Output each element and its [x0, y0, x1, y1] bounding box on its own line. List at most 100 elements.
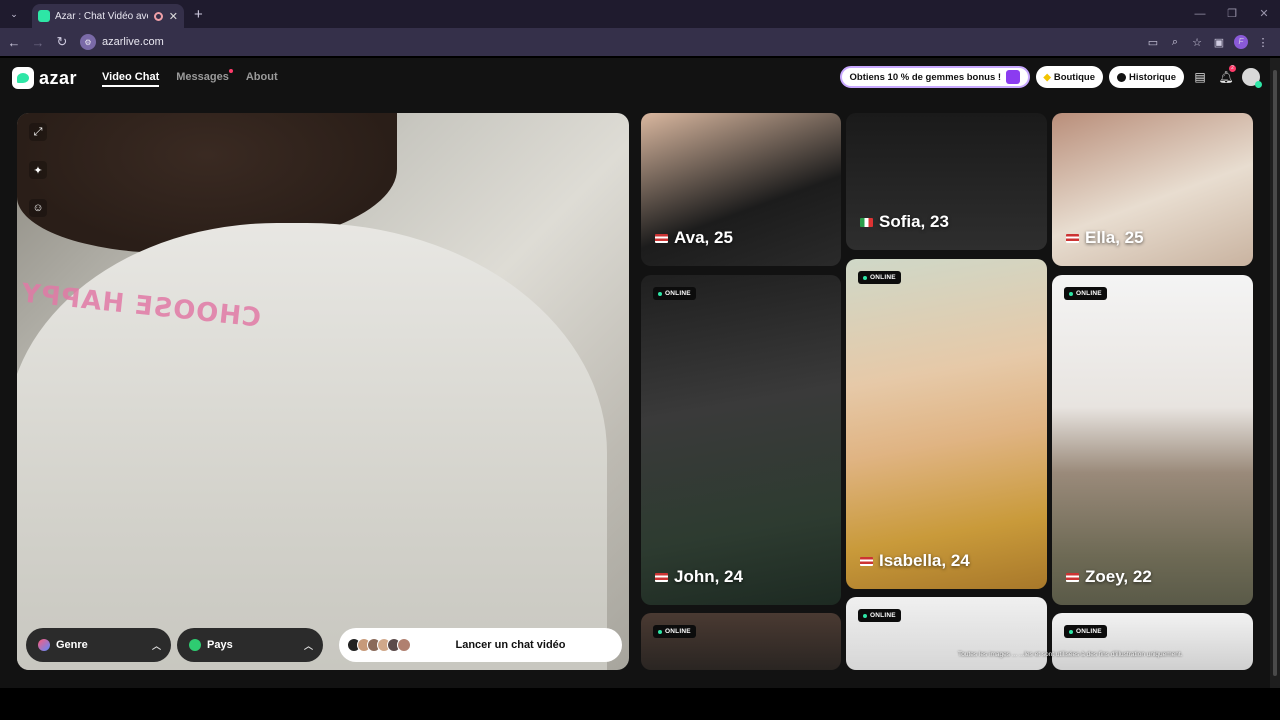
toolbar-actions: ▭ ⌕ ☆ ▣ F ⋮ — [1142, 28, 1274, 56]
gem-bonus-label: Obtiens 10 % de gemmes bonus ! — [849, 71, 1002, 83]
online-badge: ONLINE — [858, 271, 901, 284]
profile-name-text: Zoey, 22 — [1085, 567, 1152, 586]
online-badge: ONLINE — [858, 609, 901, 622]
profile-name-text: Isabella, 24 — [879, 551, 970, 570]
profile-name: John, 24 — [655, 567, 743, 587]
notification-badge: 2 — [1229, 65, 1236, 72]
profile-card[interactable]: ONLINE Zoey, 22 — [1052, 275, 1253, 605]
online-badge: ONLINE — [653, 287, 696, 300]
forward-icon[interactable]: → — [26, 35, 50, 50]
profile-card[interactable]: ONLINE — [641, 613, 841, 670]
country-label: Pays — [207, 639, 233, 651]
profile-card[interactable]: ONLINE — [1052, 613, 1253, 670]
recording-icon — [153, 11, 163, 21]
logo-icon — [12, 67, 34, 89]
camera-preview: CHOOSE HAPPY ⤢ ✦ ☺ Genre ︿ Pays ︿ Lancer… — [17, 113, 629, 670]
globe-icon — [189, 639, 201, 651]
country-filter-button[interactable]: Pays ︿ — [177, 628, 323, 662]
start-video-chat-label: Lancer un chat vidéo — [455, 639, 566, 651]
profile-name-text: Ava, 25 — [674, 228, 733, 247]
page-scrollbar[interactable] — [1270, 58, 1280, 688]
new-tab-icon[interactable]: + — [194, 6, 203, 23]
inbox-icon[interactable]: ▤ — [1190, 67, 1210, 87]
image-disclaimer: Toutes les images ... ...les et sont uti… — [958, 651, 1183, 658]
bookmark-star-icon[interactable]: ☆ — [1186, 36, 1208, 49]
browser-tab[interactable]: Azar : Chat Vidéo avec de r ✕ — [32, 4, 184, 28]
profile-card[interactable]: Sofia, 23 — [846, 113, 1047, 250]
azar-logo[interactable]: azar — [12, 67, 77, 89]
nav-messages[interactable]: Messages — [176, 69, 233, 87]
header-actions: Obtiens 10 % de gemmes bonus ! ◆ Boutiqu… — [839, 65, 1262, 88]
extensions-icon[interactable]: ▣ — [1208, 36, 1230, 49]
site-header: azar Video Chat Messages About Obtiens 1… — [0, 58, 1270, 98]
profile-name: Sofia, 23 — [860, 212, 949, 232]
gender-filter-button[interactable]: Genre ︿ — [26, 628, 171, 662]
page: azar Video Chat Messages About Obtiens 1… — [0, 58, 1270, 688]
online-badge: ONLINE — [653, 625, 696, 638]
clock-icon — [1117, 72, 1127, 82]
user-avatar[interactable] — [1242, 68, 1262, 88]
cast-icon[interactable]: ▭ — [1142, 36, 1164, 49]
notification-bell-icon[interactable]: 🔔︎ 2 — [1216, 65, 1236, 87]
shop-label: Boutique — [1053, 71, 1096, 83]
taskbar-area — [0, 688, 1280, 720]
browser-menu-icon[interactable]: ⋮ — [1252, 36, 1274, 49]
shop-button[interactable]: ◆ Boutique — [1035, 66, 1104, 88]
browser-tab-bar: ⌄ Azar : Chat Vidéo avec de r ✕ + — ❐ ✕ — [0, 0, 1280, 28]
gem-bonus-button[interactable]: Obtiens 10 % de gemmes bonus ! — [839, 66, 1030, 88]
history-button[interactable]: Historique — [1109, 66, 1184, 88]
scrollbar-thumb[interactable] — [1273, 70, 1277, 676]
history-label: Historique — [1129, 71, 1176, 83]
tab-title: Azar : Chat Vidéo avec de r — [55, 10, 148, 22]
us-flag-icon — [860, 556, 873, 566]
restore-icon[interactable]: ❐ — [1216, 0, 1248, 28]
gender-label: Genre — [56, 639, 88, 651]
url-text: azarlive.com — [102, 36, 164, 48]
profile-name-text: Ella, 25 — [1085, 228, 1144, 247]
us-flag-icon — [655, 233, 668, 243]
unread-dot — [228, 69, 233, 73]
online-badge: ONLINE — [1064, 625, 1107, 638]
chevron-up-icon: ︿ — [151, 640, 161, 651]
profile-name: Zoey, 22 — [1066, 567, 1152, 587]
start-video-chat-button[interactable]: Lancer un chat vidéo — [339, 628, 622, 662]
minimize-icon[interactable]: — — [1184, 0, 1216, 28]
azar-favicon-icon — [38, 10, 50, 22]
profile-card[interactable]: Ella, 25 — [1052, 113, 1253, 266]
us-flag-icon — [1066, 572, 1079, 582]
gift-icon — [1005, 70, 1020, 84]
profile-name: Ava, 25 — [655, 228, 733, 248]
italy-flag-icon — [860, 217, 873, 227]
main-nav: Video Chat Messages About — [102, 69, 278, 87]
face-filter-icon[interactable]: ☺ — [29, 199, 47, 217]
window-controls: — ❐ ✕ — [1184, 0, 1280, 28]
nav-video-chat[interactable]: Video Chat — [102, 71, 160, 87]
zoom-icon[interactable]: ⌕ — [1164, 36, 1186, 49]
magic-wand-icon[interactable]: ✦ — [29, 161, 47, 179]
camera-tools: ⤢ ✦ ☺ — [29, 123, 49, 217]
profile-card[interactable]: ONLINE Isabella, 24 — [846, 259, 1047, 589]
logo-text: azar — [39, 67, 78, 88]
tab-search-icon[interactable]: ⌄ — [6, 6, 22, 22]
profile-name: Ella, 25 — [1066, 228, 1144, 248]
profile-name-text: Sofia, 23 — [879, 212, 949, 231]
browser-toolbar: ← → ↻ ⚙ azarlive.com ▭ ⌕ ☆ ▣ F ⋮ — [0, 28, 1280, 56]
profile-card[interactable]: Ava, 25 — [641, 113, 841, 266]
reload-icon[interactable]: ↻ — [50, 34, 74, 50]
chevron-up-icon: ︿ — [303, 640, 313, 651]
close-window-icon[interactable]: ✕ — [1248, 0, 1280, 28]
gem-icon: ◆ — [1043, 71, 1051, 83]
us-flag-icon — [1066, 233, 1079, 243]
profile-name: Isabella, 24 — [860, 551, 970, 571]
online-badge: ONLINE — [1064, 287, 1107, 300]
online-status-dot — [1255, 81, 1262, 88]
address-bar[interactable]: ⚙ azarlive.com — [80, 31, 1190, 53]
profile-card[interactable]: ONLINE — [846, 597, 1047, 670]
back-icon[interactable]: ← — [2, 35, 26, 50]
expand-icon[interactable]: ⤢ — [29, 123, 47, 141]
profile-card[interactable]: ONLINE John, 24 — [641, 275, 841, 605]
profile-avatar[interactable]: F — [1230, 35, 1252, 49]
close-tab-icon[interactable]: ✕ — [169, 10, 178, 23]
site-info-icon[interactable]: ⚙ — [80, 34, 96, 50]
nav-about[interactable]: About — [246, 71, 278, 87]
